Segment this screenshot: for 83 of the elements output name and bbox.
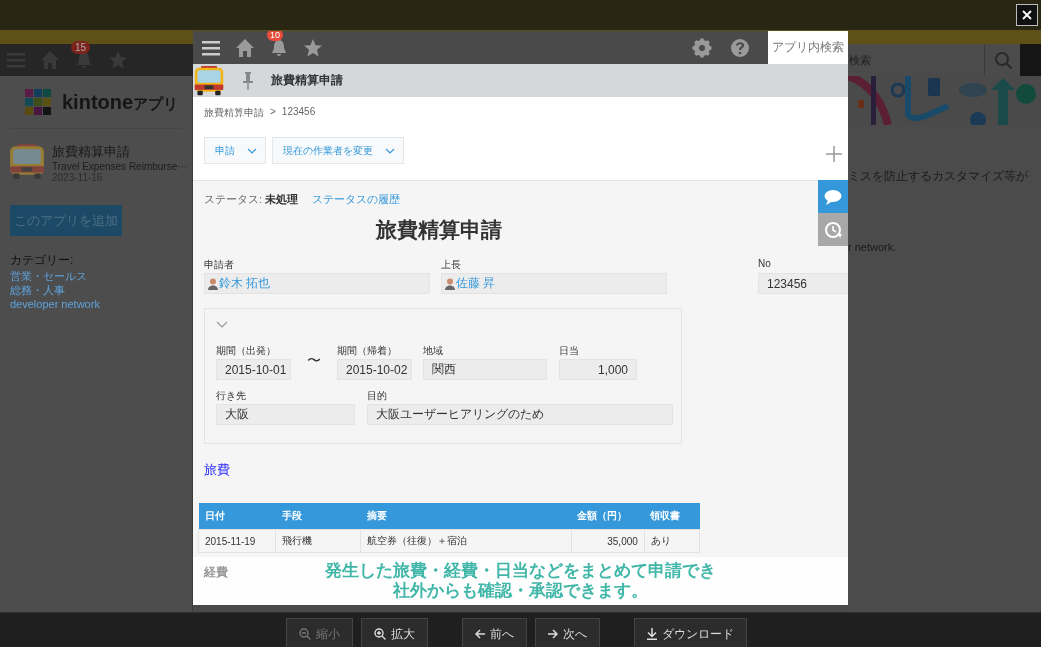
close-button[interactable] [1016, 4, 1038, 26]
star-icon[interactable] [303, 37, 323, 58]
field-label: 地域 [423, 344, 444, 358]
history-tab[interactable] [818, 213, 848, 246]
form-title: 旅費精算申請 [376, 217, 502, 243]
close-icon [1022, 10, 1032, 20]
search-button[interactable] [984, 44, 1020, 76]
chevron-down-icon [247, 147, 257, 154]
field-label: 目的 [367, 389, 388, 403]
app-title: 旅費精算申請 [271, 72, 343, 89]
breadcrumb-current: 123456 [281, 106, 316, 119]
breadcrumb-separator: > [270, 106, 276, 119]
history-icon [824, 220, 842, 239]
category-link[interactable]: 営業・セールス [10, 269, 87, 283]
field-label: 日当 [559, 344, 580, 358]
settings-icon[interactable] [692, 37, 712, 58]
breadcrumb-link[interactable]: 旅費精算申請 [204, 106, 264, 120]
column-header: 手段 [275, 503, 361, 530]
help-icon[interactable] [730, 37, 750, 58]
bell-icon[interactable] [269, 37, 289, 58]
status-value: 未処理 [265, 193, 299, 205]
field-value: 2015-10-02 [337, 359, 412, 380]
caption-text: 社外からも確認・承認できます。 [393, 581, 648, 601]
bus-icon [193, 64, 225, 97]
table-cell: 35,000 [571, 529, 645, 553]
field-value: 大阪ユーザーヒアリングのため [367, 404, 673, 425]
logo-subtitle: アプリ [133, 94, 179, 112]
user-link[interactable]: 佐藤 昇 [456, 275, 496, 292]
previous-button[interactable]: 前へ [462, 618, 527, 647]
status-label: ステータス: [204, 193, 263, 205]
person-icon [445, 277, 455, 290]
chevron-down-icon [385, 147, 395, 154]
table-cell: 航空券（往復）＋宿泊 [360, 529, 572, 553]
action-dropdown[interactable]: 現在の作業者を変更 [272, 137, 404, 164]
field-label: 行き先 [216, 389, 247, 403]
plus-icon[interactable] [826, 146, 842, 162]
user-link[interactable]: 鈴木 拓也 [219, 275, 271, 292]
arrow-left-icon [475, 629, 485, 639]
download-button[interactable]: ダウンロード [634, 618, 747, 647]
zoom-in-button[interactable]: 拡大 [361, 618, 428, 647]
section-title: 経費 [204, 564, 228, 581]
person-icon [208, 277, 218, 290]
speech-bubble-icon [824, 188, 842, 205]
zoom-in-icon [374, 628, 386, 640]
field-value: 大阪 [216, 404, 355, 425]
column-header: 日付 [198, 503, 276, 530]
arrow-right-icon [548, 629, 558, 639]
bus-icon [8, 143, 46, 181]
action-dropdown[interactable]: 申請 [204, 137, 266, 164]
range-separator: 〜 [306, 352, 322, 370]
field-value: 関西 [423, 359, 547, 380]
logo-text: kintone [62, 90, 134, 113]
column-header: 金額（円） [571, 503, 645, 530]
notification-badge: 15 [71, 41, 91, 54]
status-history-link[interactable]: ステータスの履歴 [312, 192, 401, 207]
field-value: 1,000 [559, 359, 637, 380]
column-header: 摘要 [360, 503, 572, 530]
field-label: No [758, 258, 772, 271]
category-link[interactable]: 総務・人事 [10, 283, 65, 297]
section-title: 旅費 [204, 461, 231, 479]
download-icon [647, 628, 657, 640]
zoom-out-icon [299, 628, 311, 640]
field-value: 2015-10-01 [216, 359, 291, 380]
field-label: 期間（帰着） [337, 344, 398, 358]
pin-icon [243, 71, 253, 90]
table-cell: 2015-11-19 [198, 529, 276, 553]
field-label: 申請者 [204, 258, 235, 272]
field-label: 期間（出発） [216, 344, 277, 358]
next-button[interactable]: 次へ [535, 618, 600, 647]
category-link[interactable]: developer network [10, 297, 100, 311]
comments-tab[interactable] [818, 180, 848, 213]
grid-logo-icon [24, 88, 52, 116]
table-cell: あり [644, 529, 700, 553]
chevron-down-icon[interactable] [216, 321, 228, 329]
field-value: 123456 [758, 273, 848, 294]
home-icon[interactable] [235, 37, 255, 58]
notification-badge: 10 [267, 31, 283, 41]
field-label: 上長 [441, 258, 462, 272]
table-cell: 飛行機 [275, 529, 361, 553]
caption-text: 発生した旅費・経費・日当などをまとめて申請でき [325, 561, 716, 581]
search-icon [993, 51, 1012, 69]
search-field[interactable]: アプリ内検索 [768, 31, 848, 64]
column-header: 領収書 [644, 503, 700, 530]
